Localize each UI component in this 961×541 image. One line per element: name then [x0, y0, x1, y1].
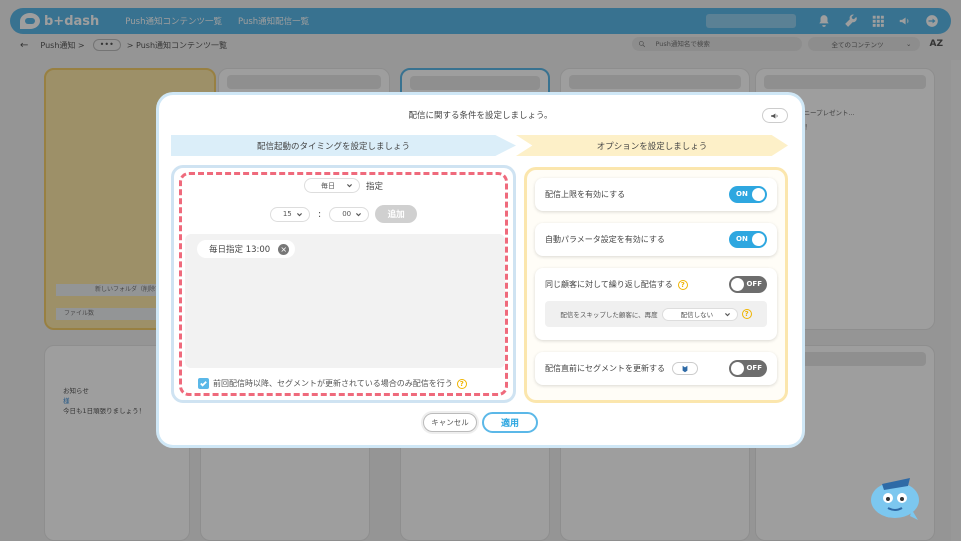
toggle-knob	[731, 362, 744, 375]
toggle-knob	[731, 278, 744, 291]
option-segment-refresh-toggle[interactable]: OFF	[729, 360, 767, 377]
time-row: 15 : 00 追加	[174, 205, 513, 223]
toggle-state: OFF	[746, 364, 762, 372]
hour-select[interactable]: 15	[269, 206, 310, 222]
modal-title: 配信に関する条件を設定しましょう。	[408, 111, 553, 121]
check-icon	[200, 381, 207, 387]
option-limit-toggle[interactable]: ON	[729, 186, 767, 203]
step-timing: 配信起動のタイミングを設定しましょう	[171, 135, 516, 156]
chevron-down-icon	[724, 312, 730, 316]
chevron-down-icon	[296, 212, 302, 216]
option-auto-param-toggle[interactable]: ON	[729, 231, 767, 248]
help-icon[interactable]: ?	[456, 378, 467, 389]
minute-value: 00	[342, 210, 352, 218]
schedule-chip: 毎日指定 13:00 ×	[197, 240, 296, 258]
toggle-state: ON	[736, 190, 748, 198]
close-icon[interactable]: ×	[278, 243, 290, 255]
option-repeat: 同じ顧客に対して繰り返し配信する ? OFF 配信をスキップした顧客に、再度 配…	[535, 268, 777, 340]
designation-label: 指定	[365, 181, 383, 192]
help-icon[interactable]: ?	[741, 309, 752, 319]
apply-button[interactable]: 適用	[482, 412, 538, 433]
timing-panel: 毎日 指定 15 : 00 追加 毎日指定 13:00 × 前回配信時以降、セグ…	[171, 165, 516, 403]
step-options: オプションを設定しましょう	[516, 135, 788, 156]
option-limit-label: 配信上限を有効にする	[545, 190, 626, 199]
add-time-button[interactable]: 追加	[375, 205, 418, 223]
chevron-down-icon	[346, 184, 352, 188]
toggle-state: OFF	[746, 280, 762, 288]
schedule-list: 毎日指定 13:00 ×	[185, 234, 505, 368]
option-auto-param-label: 自動パラメータ設定を有効にする	[545, 235, 665, 244]
frequency-value: 毎日	[320, 181, 335, 190]
minute-select[interactable]: 00	[329, 206, 370, 222]
schedule-chip-label: 毎日指定 13:00	[209, 245, 271, 255]
mascot-icon[interactable]	[866, 470, 924, 522]
beginner-mark-icon	[682, 365, 688, 372]
option-segment-refresh-label-wrap: 配信直前にセグメントを更新する	[545, 362, 698, 375]
skip-resend-label: 配信をスキップした顧客に、再度	[560, 311, 658, 319]
segment-updated-only-checkbox[interactable]	[198, 378, 209, 389]
option-segment-refresh-label: 配信直前にセグメントを更新する	[545, 364, 665, 373]
help-icon[interactable]: ?	[677, 279, 688, 290]
segment-updated-only-label: 前回配信時以降、セグメントが更新されている場合のみ配信を行う	[213, 379, 453, 388]
skip-resend-row: 配信をスキップした顧客に、再度 配信しない ?	[545, 301, 767, 327]
toggle-knob	[752, 188, 765, 201]
skip-resend-select[interactable]: 配信しない	[661, 307, 738, 321]
frequency-row: 毎日 指定	[174, 178, 513, 193]
option-segment-refresh: 配信直前にセグメントを更新する OFF	[535, 352, 777, 385]
hour-value: 15	[282, 210, 292, 218]
megaphone-icon	[771, 113, 778, 118]
option-repeat-label: 同じ顧客に対して繰り返し配信する	[545, 280, 673, 289]
skip-resend-value: 配信しない	[680, 311, 714, 319]
option-auto-param: 自動パラメータ設定を有効にする ON	[535, 223, 777, 256]
beginner-mark-button[interactable]	[672, 362, 698, 375]
delivery-settings-modal: 配信に関する条件を設定しましょう。 配信起動のタイミングを設定しましょう オプシ…	[159, 95, 802, 445]
cancel-button[interactable]: キャンセル	[423, 413, 477, 432]
toggle-state: ON	[736, 235, 748, 243]
megaphone-button[interactable]	[762, 108, 788, 123]
frequency-select[interactable]: 毎日	[303, 178, 360, 193]
segment-updated-only-row: 前回配信時以降、セグメントが更新されている場合のみ配信を行う ?	[198, 378, 467, 389]
option-limit: 配信上限を有効にする ON	[535, 178, 777, 211]
toggle-knob	[752, 233, 765, 246]
option-repeat-toggle[interactable]: OFF	[729, 276, 767, 293]
option-repeat-label-wrap: 同じ顧客に対して繰り返し配信する ?	[545, 279, 688, 290]
options-panel: 配信上限を有効にする ON 自動パラメータ設定を有効にする ON 同じ顧客に対し…	[524, 167, 788, 403]
chevron-down-icon	[356, 212, 362, 216]
time-colon: :	[317, 208, 322, 220]
